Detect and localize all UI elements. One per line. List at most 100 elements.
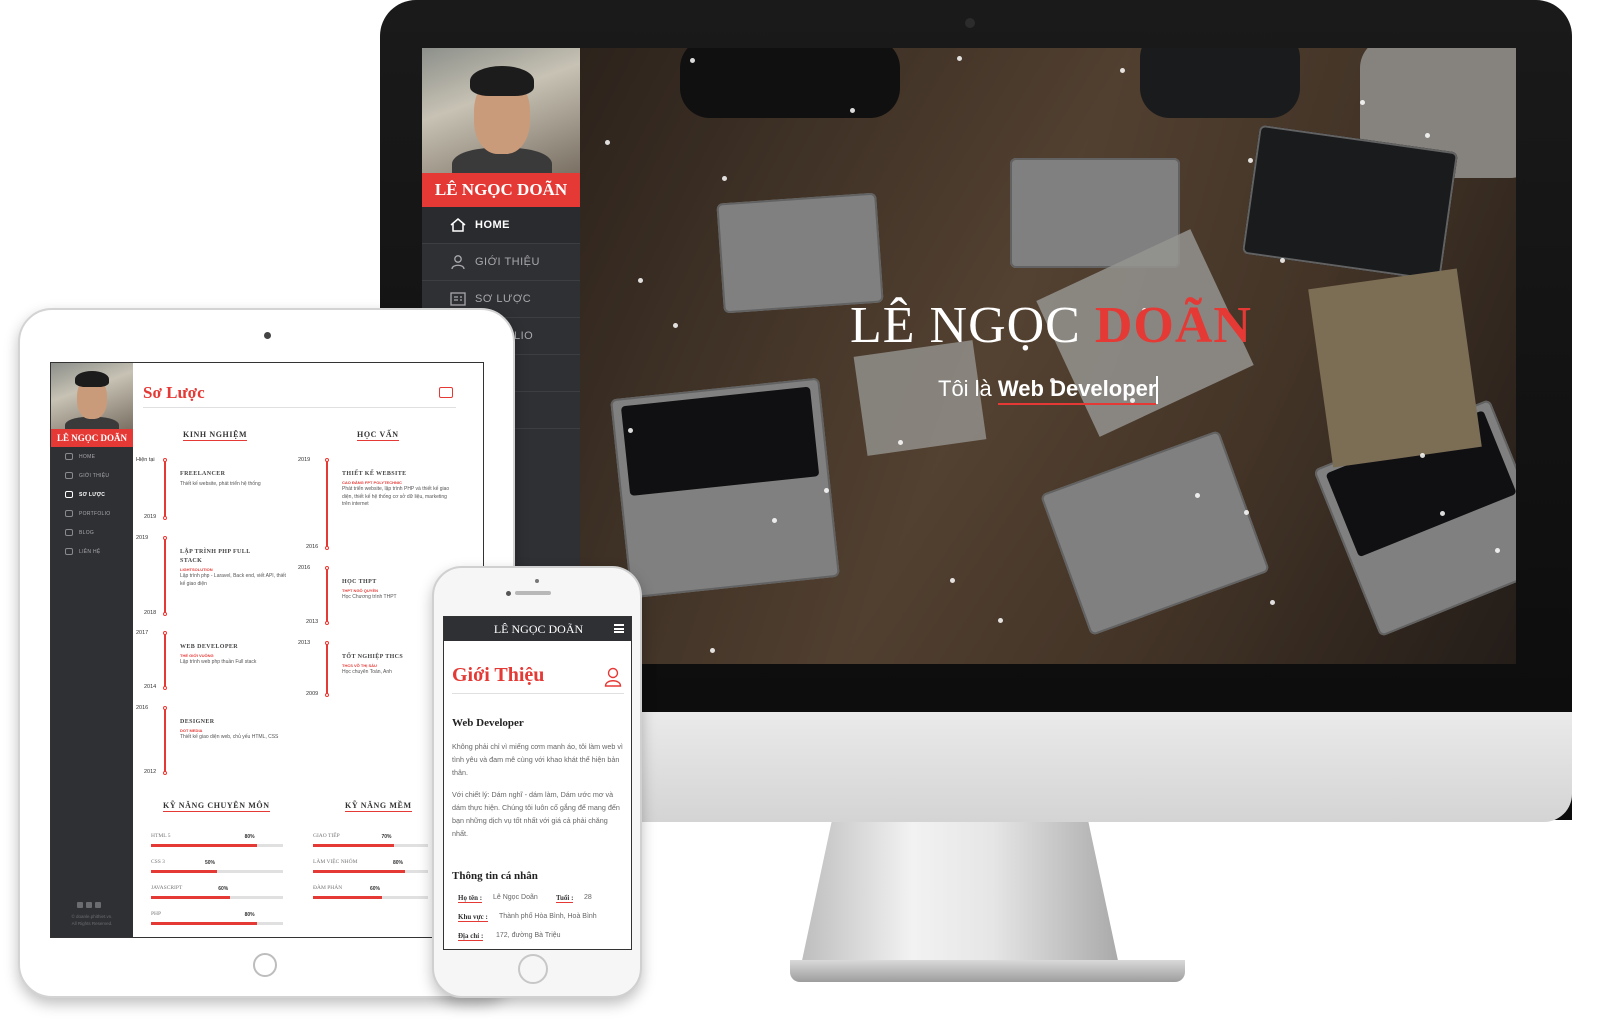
nav-label: BLOG (79, 530, 95, 536)
timeline-year-start: 2019 (144, 514, 157, 520)
role-heading: Web Developer (452, 717, 524, 729)
facebook-icon[interactable] (77, 902, 83, 908)
timeline-line (326, 460, 328, 548)
skill-track (151, 896, 283, 899)
nav-item-about[interactable]: GIỚI THIỆU (422, 244, 580, 281)
timeline-line (164, 460, 166, 518)
hero-title: LÊ NGỌC DOÃN (850, 296, 1270, 355)
skill-percent: 70% (381, 834, 392, 840)
skill-fill (313, 870, 405, 873)
info-label: Tuổi : (556, 894, 574, 903)
copyright-text: © doanle.phithiet.vn. (71, 914, 113, 919)
timeline-dot (324, 641, 329, 645)
sidebar-name: LÊ NGỌC DOÃN (422, 173, 580, 207)
timeline-title: THIẾT KẾ WEBSITE (342, 471, 407, 477)
experience-heading: KINH NGHIỆM (183, 430, 248, 441)
timeline-org: THPT NGÔ QUYỀN (342, 588, 379, 593)
timeline-year-start: 2013 (306, 619, 319, 625)
skill-fill (151, 922, 257, 925)
timeline-year-start: 2012 (144, 769, 157, 775)
timeline-dot (162, 686, 167, 690)
timeline-org: DOT MEDIA (180, 728, 203, 733)
nav-item-blog[interactable]: BLOG (51, 523, 133, 542)
skill-percent: 80% (393, 860, 404, 866)
skill-name: HTML 5 (151, 833, 171, 839)
timeline-year-start: 2009 (306, 691, 319, 697)
timeline-dot (162, 631, 167, 635)
nav-label: PORTFOLIO (79, 511, 111, 517)
info-value: 172, đường Bà Triệu (496, 932, 561, 939)
skill-track (151, 922, 283, 925)
skill-track (313, 844, 428, 847)
timeline-year-end: 2016 (136, 705, 149, 711)
divider (143, 407, 456, 408)
phone-brand[interactable]: LÊ NGỌC DOÃN (444, 622, 631, 637)
skill-name: GIAO TIẾP (313, 833, 340, 839)
skill-fill (313, 844, 394, 847)
timeline-line (326, 643, 328, 695)
nav-label: SƠ LƯỢC (79, 492, 106, 498)
hero-banner: LÊ NGỌC DOÃN Tôi là Web Developer (580, 48, 1516, 664)
mail-icon (65, 548, 73, 555)
info-value: 28 (584, 894, 592, 901)
hero-overlay (580, 48, 1516, 664)
timeline-dot (324, 621, 329, 625)
skill-track (151, 844, 283, 847)
timeline-year-end: 2019 (136, 535, 149, 541)
rights-text: All Rights Reserved. (71, 921, 113, 926)
timeline-line (164, 708, 166, 773)
nav-item-home[interactable]: HOME (422, 207, 580, 244)
hero-subtitle: Tôi là Web Developer (938, 376, 1157, 405)
timeline-title: LẬP TRÌNH PHP FULL STACK (180, 549, 251, 564)
nav-label: GIỚI THIỆU (475, 256, 540, 268)
skill-fill (151, 870, 217, 873)
phone-navbar: LÊ NGỌC DOÃN (444, 617, 631, 641)
timeline-title: FREELANCER (180, 471, 226, 477)
imac-camera (965, 18, 975, 28)
timeline-desc: Lập trình php - Laravel, Back end, viết … (180, 573, 286, 587)
resume-icon (65, 491, 73, 498)
ipad-home-button (253, 953, 277, 977)
timeline-org: THCS VÕ THỊ SÁU (342, 663, 377, 668)
timeline-org: THẾ GIỚI VUÔNG (180, 653, 214, 658)
info-label: Địa chỉ : (458, 932, 484, 941)
timeline-line (326, 568, 328, 623)
hard-skills-heading: KỸ NĂNG CHUYÊN MÔN (163, 801, 270, 812)
skill-fill (151, 896, 231, 899)
nav-label: HOME (79, 454, 96, 460)
nav-item-resume[interactable]: SƠ LƯỢC (51, 485, 133, 504)
timeline-year-end: 2019 (298, 457, 311, 463)
nav-item-contact[interactable]: LIÊN HỆ (51, 542, 133, 561)
timeline-dot (162, 458, 167, 462)
timeline-dot (324, 693, 329, 697)
social-links (77, 902, 107, 908)
skill-name: CSS 3 (151, 859, 165, 865)
skill-percent: 50% (205, 860, 216, 866)
resume-icon (439, 387, 453, 398)
nav-item-home[interactable]: HOME (51, 447, 133, 466)
timeline-dot (324, 566, 329, 570)
iphone-speaker (515, 591, 551, 595)
nav-item-portfolio[interactable]: PORTFOLIO (51, 504, 133, 523)
nav-label: SƠ LƯỢC (475, 293, 532, 305)
linkedin-icon[interactable] (95, 902, 101, 908)
iphone-home-button (518, 954, 548, 984)
copyright: © doanle.phithiet.vn. All Rights Reserve… (57, 913, 127, 927)
timeline-dot (162, 536, 167, 540)
intro-paragraph: Không phải chỉ vì miếng cơm manh áo, tôi… (452, 742, 623, 777)
github-icon[interactable] (86, 902, 92, 908)
skill-track (313, 896, 428, 899)
skill-percent: 80% (244, 912, 255, 918)
skill-name: ĐÀM PHÁN (313, 885, 343, 891)
resume-icon (450, 292, 466, 306)
section-title: Giới Thiệu (452, 664, 545, 686)
timeline-year-end: 2017 (136, 630, 149, 636)
hamburger-menu-icon[interactable] (614, 624, 624, 633)
hero-title-last: DOÃN (1094, 297, 1252, 354)
skill-fill (313, 896, 382, 899)
education-heading: HỌC VẤN (357, 430, 399, 441)
timeline-dot (162, 612, 167, 616)
iphone-sensor (535, 579, 539, 583)
soft-skills-heading: KỸ NĂNG MỀM (345, 801, 412, 812)
nav-item-about[interactable]: GIỚI THIỆU (51, 466, 133, 485)
